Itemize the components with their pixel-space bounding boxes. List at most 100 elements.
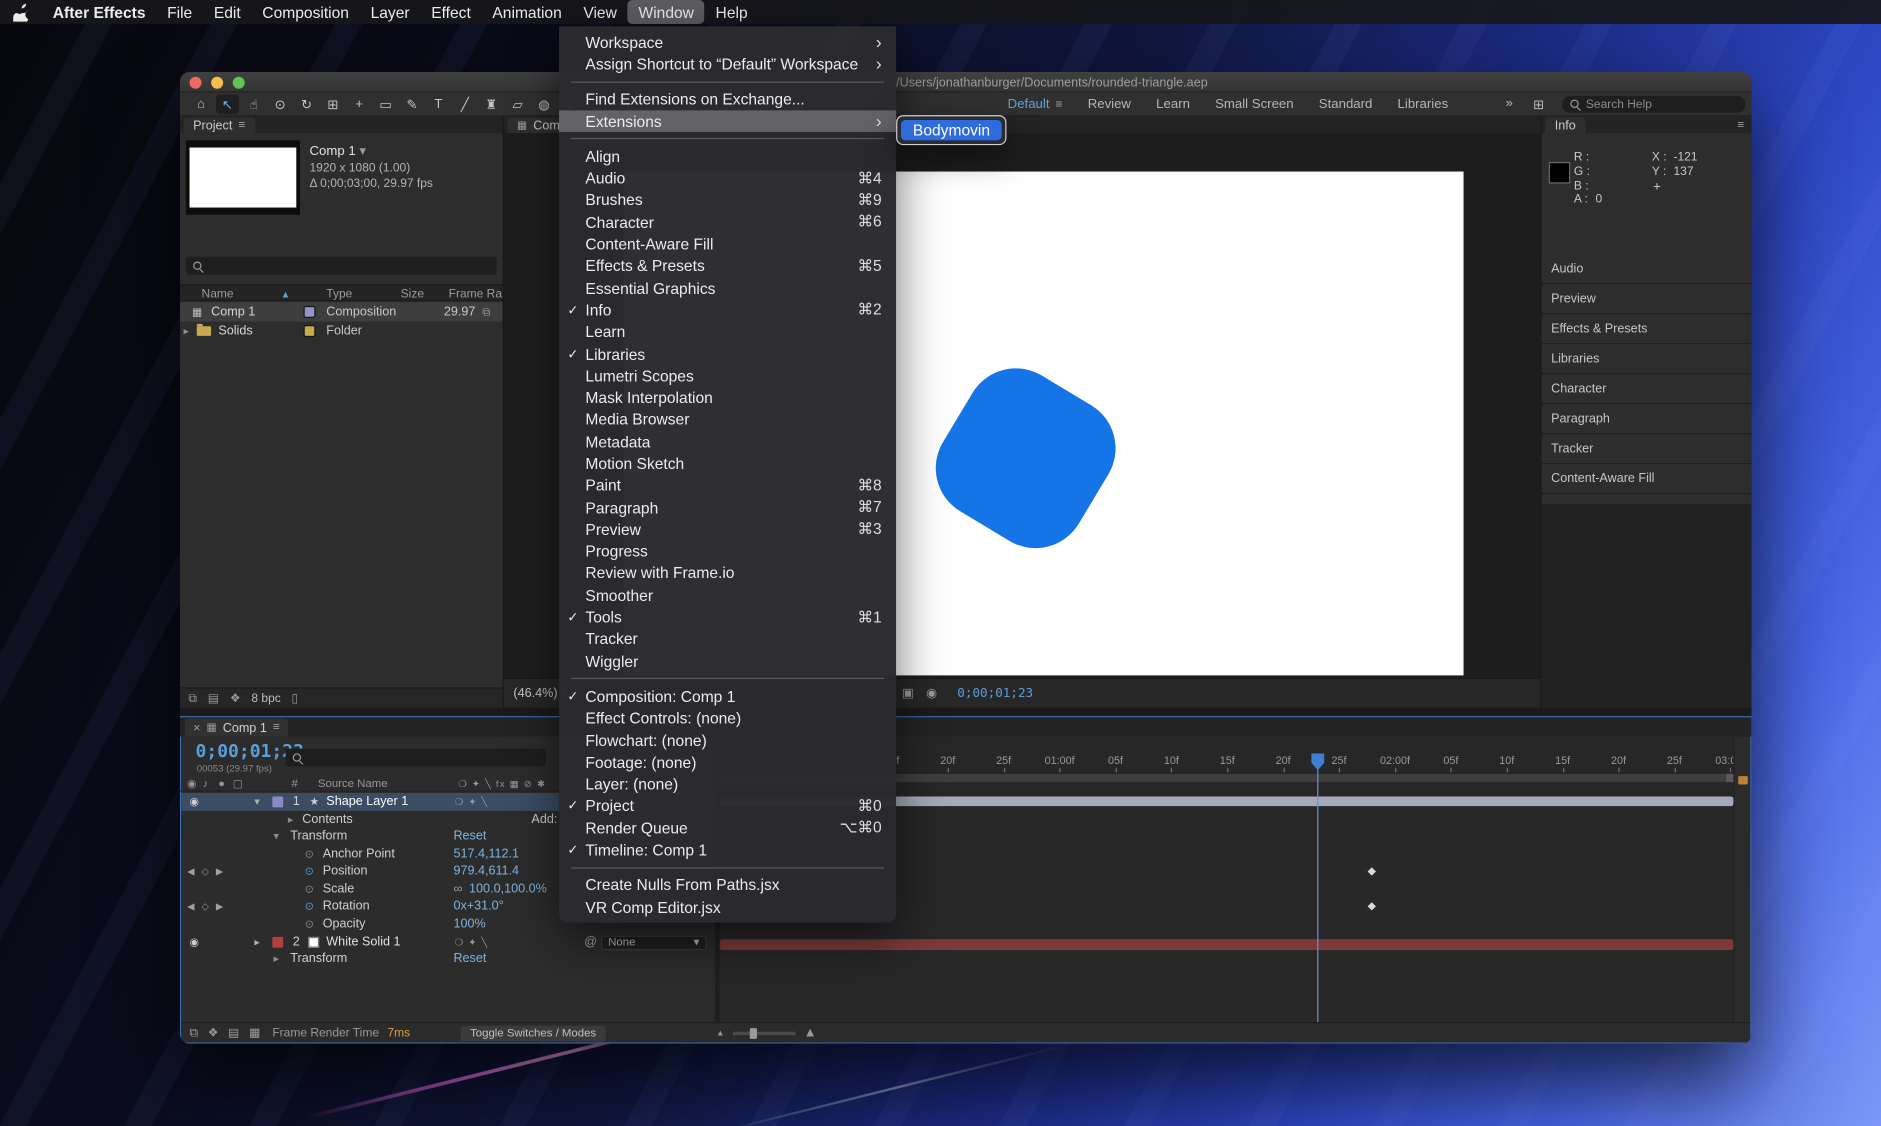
menu-item[interactable]: Create Nulls From Paths.jsx	[559, 874, 896, 896]
menu-item[interactable]: Media Browser	[559, 409, 896, 431]
project-item-name[interactable]: Comp 1	[211, 302, 255, 321]
project-search-field[interactable]	[186, 257, 497, 275]
hand-tool-icon[interactable]: ☝	[242, 95, 265, 114]
menu-item[interactable]: Tracker	[559, 628, 896, 650]
contents-label[interactable]: Contents	[302, 811, 352, 829]
menu-item[interactable]: Character ⌘6	[559, 211, 896, 233]
add-keyframe-icon[interactable]: ◇	[202, 897, 209, 915]
brush-tool-icon[interactable]: ╱	[453, 95, 476, 114]
label-color-chip[interactable]	[304, 306, 316, 318]
column-type[interactable]: Type	[326, 286, 352, 304]
property-value[interactable]: 100%	[453, 915, 485, 933]
zoom-in-icon[interactable]: ▲	[804, 1026, 817, 1040]
lock-column-icon[interactable]: ▢	[233, 775, 243, 793]
rotation-tool-icon[interactable]: ↻	[295, 95, 318, 114]
workspace-tab[interactable]: Default ≡	[1008, 97, 1063, 111]
expander-icon[interactable]: ▸	[288, 811, 293, 829]
project-item-name[interactable]: Solids	[218, 321, 252, 340]
stopwatch-icon[interactable]: ⊙	[305, 881, 314, 899]
menu-item[interactable]: Smoother	[559, 584, 896, 606]
menu-item[interactable]: Preview ⌘3	[559, 519, 896, 541]
menubar-item[interactable]: Effect	[420, 0, 481, 24]
property-label[interactable]: Anchor Point	[323, 846, 395, 864]
column-frame-rate[interactable]: Frame Ra	[449, 286, 502, 304]
menu-item[interactable]: Essential Graphics	[559, 277, 896, 299]
property-label[interactable]: Opacity	[323, 915, 366, 933]
layer-name[interactable]: White Solid 1	[326, 933, 400, 951]
window-titlebar[interactable]: /Users/jonathanburger/Documents/rounded-…	[180, 72, 1752, 92]
menu-item[interactable]: Paint ⌘8	[559, 475, 896, 497]
menu-item[interactable]: Content-Aware Fill	[559, 233, 896, 255]
column-name[interactable]: Name	[202, 286, 234, 304]
menu-item[interactable]: ✓ Project ⌘0	[559, 795, 896, 817]
menu-item[interactable]: ✓ Info ⌘2	[559, 299, 896, 321]
tab-project[interactable]: Project ≡	[184, 118, 255, 134]
clone-stamp-tool-icon[interactable]: ♜	[480, 95, 503, 114]
menu-item[interactable]: Align	[559, 145, 896, 167]
comp-marker-button[interactable]	[1738, 776, 1748, 784]
graph-editor-icon[interactable]: ▦	[249, 1026, 260, 1039]
workspace-tab[interactable]: Libraries	[1398, 97, 1449, 111]
expander-icon[interactable]: ▸	[184, 321, 189, 340]
viewer-timecode[interactable]: 0;00;01;23	[957, 685, 1033, 703]
menu-item[interactable]: Find Extensions on Exchange...	[559, 88, 896, 110]
menu-item-bodymovin[interactable]: Bodymovin	[901, 120, 1002, 140]
menubar-item[interactable]: Window	[628, 0, 705, 24]
transform-reset-link[interactable]: Reset	[453, 950, 486, 968]
workspace-tab[interactable]: Review	[1088, 97, 1131, 111]
expander-icon[interactable]: ▾	[274, 828, 279, 846]
label-color-chip[interactable]	[304, 325, 316, 337]
playhead-line[interactable]	[1317, 753, 1318, 1023]
comp-thumbnail[interactable]	[186, 140, 300, 214]
menu-item[interactable]: Workspace ›	[559, 31, 896, 53]
menu-item[interactable]: ✓ Libraries	[559, 343, 896, 365]
safe-zones-icon[interactable]: ▣	[902, 685, 914, 703]
home-tool-icon[interactable]: ⌂	[190, 95, 213, 114]
column-size[interactable]: Size	[401, 286, 424, 304]
workspace-tab[interactable]: Small Screen	[1215, 97, 1293, 111]
stacked-panel-tab[interactable]: Tracker	[1542, 434, 1752, 464]
add-keyframe-icon[interactable]: ◇	[202, 863, 209, 881]
toggle-switches-modes-button[interactable]: Toggle Switches / Modes	[460, 1025, 605, 1041]
eye-column-icon[interactable]: ◉	[187, 775, 196, 793]
zoom-slider-handle[interactable]	[750, 1027, 757, 1038]
menu-item[interactable]: Render Queue ⌥⌘0	[559, 817, 896, 839]
tab-info[interactable]: Info	[1545, 118, 1585, 134]
property-label[interactable]: Scale	[323, 881, 355, 899]
menu-item[interactable]: Mask Interpolation	[559, 387, 896, 409]
pen-tool-icon[interactable]: ✎	[401, 95, 424, 114]
project-row-solids[interactable]: ▸ Solids Folder	[180, 321, 503, 340]
pan-behind-tool-icon[interactable]: +	[348, 95, 371, 114]
stacked-panel-tab[interactable]: Effects & Presets	[1542, 314, 1752, 344]
add-property-control[interactable]: Add:	[531, 811, 557, 829]
workspace-tab[interactable]: Standard	[1319, 97, 1373, 111]
close-window-button[interactable]	[190, 76, 202, 88]
next-keyframe-icon[interactable]: ▶	[216, 897, 223, 915]
property-value[interactable]: 100.0,100.0%	[469, 881, 547, 899]
menubar-item[interactable]: Composition	[252, 0, 360, 24]
layer-name[interactable]: Shape Layer 1	[326, 793, 408, 811]
menu-item[interactable]: ✓ Timeline: Comp 1	[559, 839, 896, 861]
expand-collapse-icon[interactable]: ⧉	[190, 1026, 199, 1039]
timeline-zoom-control[interactable]: ▲ ▲	[716, 1026, 817, 1040]
stopwatch-icon[interactable]: ⊙	[305, 915, 314, 933]
layer-color-chip[interactable]	[272, 797, 283, 808]
menu-item[interactable]: Effect Controls: (none)	[559, 707, 896, 729]
menu-item[interactable]: Motion Sketch	[559, 453, 896, 475]
menu-item[interactable]: Brushes ⌘9	[559, 189, 896, 211]
property-value[interactable]: 517.4,112.1	[453, 846, 519, 864]
panel-menu-icon[interactable]: ≡	[273, 721, 280, 734]
menu-item[interactable]: Progress	[559, 540, 896, 562]
eraser-tool-icon[interactable]: ▱	[506, 95, 529, 114]
stopwatch-icon[interactable]: ⊙	[305, 846, 314, 864]
property-value[interactable]: 979.4,611.4	[453, 863, 519, 881]
menubar-item[interactable]: File	[156, 0, 203, 24]
menu-item[interactable]: VR Comp Editor.jsx	[559, 896, 896, 918]
menu-item[interactable]: Layer: (none)	[559, 773, 896, 795]
menu-item[interactable]: Learn	[559, 321, 896, 343]
expander-icon[interactable]: ▸	[274, 950, 279, 968]
eye-icon[interactable]: ◉	[190, 793, 199, 811]
stacked-panel-tab[interactable]: Paragraph	[1542, 404, 1752, 434]
selection-tool-icon[interactable]: ↖	[216, 95, 239, 114]
layer-color-chip[interactable]	[272, 937, 283, 948]
